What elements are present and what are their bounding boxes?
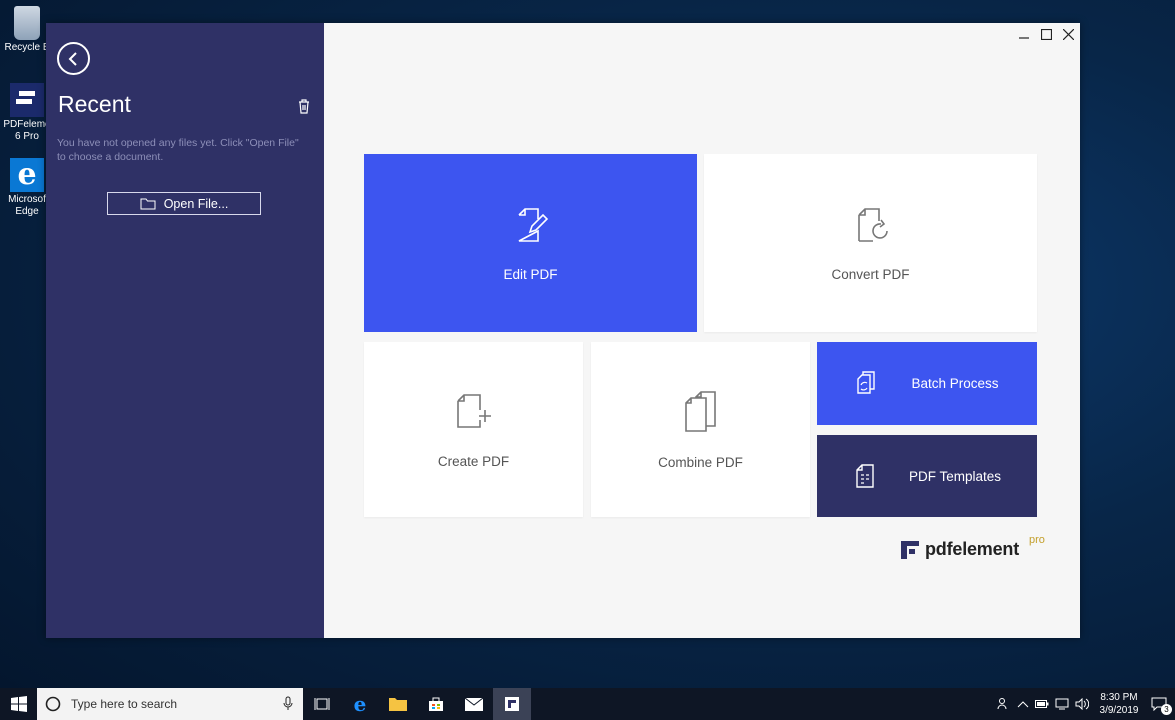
folder-icon <box>140 198 156 210</box>
create-pdf-tile[interactable]: Create PDF <box>364 342 583 517</box>
pdf-templates-tile[interactable]: PDF Templates <box>817 435 1037 517</box>
combine-pdf-label: Combine PDF <box>658 455 743 470</box>
brand-edition: pro <box>1029 533 1045 546</box>
taskbar-pdfelement[interactable] <box>493 688 531 720</box>
folder-icon <box>389 698 407 711</box>
batch-process-tile[interactable]: Batch Process <box>817 342 1037 425</box>
task-view-icon <box>314 698 330 710</box>
start-button[interactable] <box>0 688 37 720</box>
pdfelement-window: Recent You have not opened any files yet… <box>46 23 1080 638</box>
action-center-button[interactable]: 3 <box>1149 694 1172 715</box>
combine-pdf-tile[interactable]: Combine PDF <box>591 342 810 517</box>
clock-time: 8:30 PM <box>1100 692 1138 703</box>
volume-icon[interactable] <box>1075 698 1089 710</box>
windows-logo-icon <box>10 696 27 712</box>
pdfelement-taskbar-icon <box>505 697 519 711</box>
task-view-button[interactable] <box>303 688 341 720</box>
battery-icon[interactable] <box>1035 699 1049 709</box>
system-tray: 8:30 PM 3/9/2019 3 <box>997 688 1175 720</box>
edge-icon: e <box>353 692 367 716</box>
taskbar: Type here to search e 8:30 PM 3/9/2019 3 <box>0 688 1175 720</box>
network-icon[interactable] <box>1055 698 1069 710</box>
notification-count-badge: 3 <box>1161 704 1172 715</box>
people-icon[interactable] <box>997 697 1011 711</box>
edit-document-icon <box>517 207 548 242</box>
microphone-icon[interactable] <box>283 696 293 712</box>
taskbar-edge[interactable]: e <box>341 688 379 720</box>
convert-pdf-tile[interactable]: Convert PDF <box>704 154 1037 332</box>
chevron-up-icon[interactable] <box>1017 699 1029 709</box>
clock[interactable]: 8:30 PM 3/9/2019 <box>1095 691 1143 717</box>
window-controls <box>1018 27 1074 41</box>
brand-name: pdfelement <box>925 539 1020 559</box>
create-document-icon <box>456 394 491 428</box>
recycle-bin-icon <box>14 6 40 40</box>
empty-recent-message: You have not opened any files yet. Click… <box>57 137 299 163</box>
batch-process-label: Batch Process <box>911 376 999 391</box>
pdf-templates-label: PDF Templates <box>908 468 1002 484</box>
search-box[interactable]: Type here to search <box>37 688 303 720</box>
desktop-icon-label: Microsof Edge <box>8 194 46 217</box>
store-bag-icon <box>429 697 443 711</box>
desktop-icon-pdfelement[interactable]: PDFeleme 6 Pro <box>2 83 52 143</box>
convert-document-icon <box>857 207 888 242</box>
chevron-left-icon <box>68 51 77 66</box>
taskbar-file-explorer[interactable] <box>379 688 417 720</box>
desktop-icon-recycle-bin[interactable]: Recycle B <box>2 6 52 54</box>
search-placeholder: Type here to search <box>71 697 178 711</box>
recent-sidebar: Recent You have not opened any files yet… <box>46 23 324 638</box>
pdfelement-app-icon <box>10 83 44 117</box>
open-file-label: Open File... <box>163 196 229 211</box>
back-button[interactable] <box>57 42 90 75</box>
desktop-icon-label: Recycle B <box>4 42 50 53</box>
edge-browser-icon: e <box>10 158 44 192</box>
close-icon[interactable] <box>1062 27 1074 41</box>
desktop-icon-label: PDFeleme 6 Pro <box>3 119 51 142</box>
pdfelement-logo: pdfelement pro <box>901 534 1045 560</box>
mail-icon <box>465 697 483 711</box>
combine-documents-icon <box>684 391 716 432</box>
cortana-circle-icon <box>45 696 61 712</box>
clock-date: 3/9/2019 <box>1099 705 1139 716</box>
taskbar-store[interactable] <box>417 688 455 720</box>
open-file-button[interactable]: Open File... <box>107 192 261 215</box>
desktop-icon-edge[interactable]: e Microsof Edge <box>2 158 52 218</box>
edit-pdf-tile[interactable]: Edit PDF <box>364 154 697 332</box>
create-pdf-label: Create PDF <box>437 454 510 469</box>
convert-pdf-label: Convert PDF <box>831 266 910 282</box>
maximize-icon[interactable] <box>1040 27 1052 41</box>
minimize-icon[interactable] <box>1018 27 1030 41</box>
recent-title: Recent <box>58 91 131 117</box>
templates-icon <box>856 464 874 488</box>
pdfelement-logo-icon <box>901 540 919 559</box>
trash-icon[interactable] <box>296 98 312 114</box>
edit-pdf-label: Edit PDF <box>503 266 558 282</box>
batch-process-icon <box>857 370 876 394</box>
taskbar-mail[interactable] <box>455 688 493 720</box>
